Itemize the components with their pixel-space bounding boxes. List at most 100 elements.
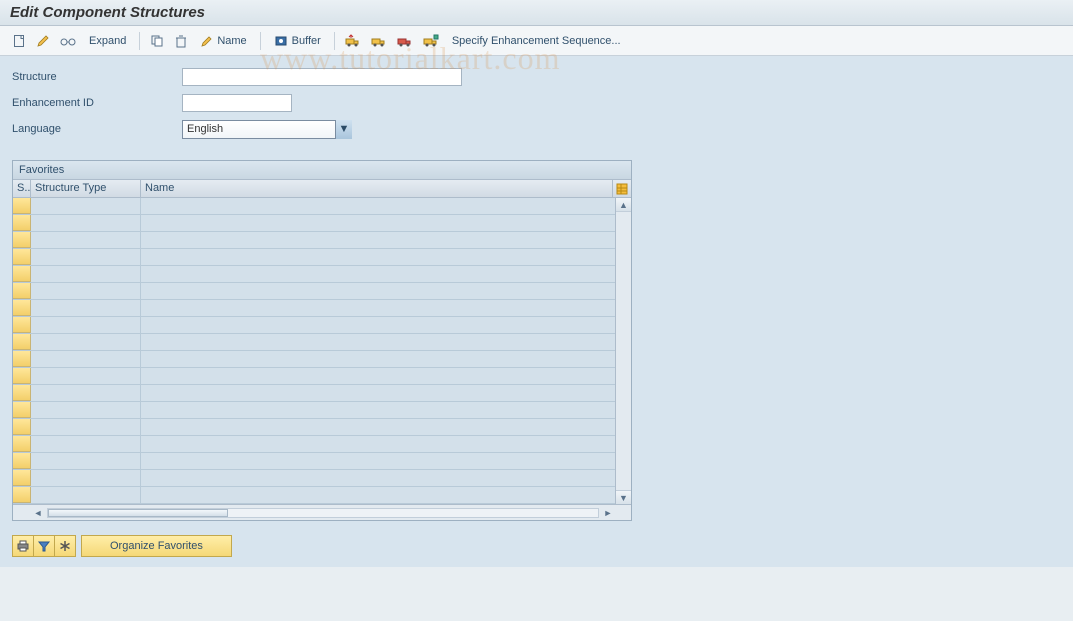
cell-structure-type[interactable] [31, 283, 141, 299]
enhancement-id-input[interactable] [182, 94, 292, 112]
cell-name[interactable] [141, 385, 615, 401]
col-select[interactable]: S.. [13, 180, 31, 197]
cell-structure-type[interactable] [31, 232, 141, 248]
cell-name[interactable] [141, 232, 615, 248]
table-row[interactable] [13, 334, 615, 351]
table-row[interactable] [13, 300, 615, 317]
row-selector[interactable] [13, 198, 31, 214]
scroll-down-button[interactable]: ▼ [616, 490, 631, 504]
table-row[interactable] [13, 385, 615, 402]
cell-name[interactable] [141, 402, 615, 418]
table-row[interactable] [13, 266, 615, 283]
delete-button[interactable] [170, 30, 192, 52]
buffer-button[interactable]: Buffer [267, 30, 328, 52]
vertical-scrollbar[interactable]: ▲ ▼ [615, 198, 631, 504]
table-row[interactable] [13, 198, 615, 215]
row-selector[interactable] [13, 215, 31, 231]
table-row[interactable] [13, 283, 615, 300]
scroll-up-button[interactable]: ▲ [616, 198, 631, 212]
horizontal-scrollbar[interactable]: ◄ ► [13, 504, 631, 520]
organize-favorites-button[interactable]: Organize Favorites [81, 535, 232, 557]
table-row[interactable] [13, 419, 615, 436]
cell-structure-type[interactable] [31, 317, 141, 333]
table-row[interactable] [13, 232, 615, 249]
table-row[interactable] [13, 215, 615, 232]
specify-enhancement-button[interactable]: Specify Enhancement Sequence... [445, 30, 628, 52]
cell-name[interactable] [141, 334, 615, 350]
row-selector[interactable] [13, 385, 31, 401]
table-row[interactable] [13, 317, 615, 334]
cell-structure-type[interactable] [31, 266, 141, 282]
transport-2-button[interactable] [367, 30, 391, 52]
hscroll-track[interactable] [47, 508, 599, 518]
row-selector[interactable] [13, 351, 31, 367]
refresh-button[interactable] [54, 535, 76, 557]
table-row[interactable] [13, 470, 615, 487]
row-selector[interactable] [13, 368, 31, 384]
cell-name[interactable] [141, 436, 615, 452]
cell-name[interactable] [141, 470, 615, 486]
cell-structure-type[interactable] [31, 436, 141, 452]
row-selector[interactable] [13, 334, 31, 350]
structure-input[interactable] [182, 68, 462, 86]
name-button[interactable]: Name [194, 30, 253, 52]
table-row[interactable] [13, 402, 615, 419]
transport-3-button[interactable] [393, 30, 417, 52]
col-structure-type[interactable]: Structure Type [31, 180, 141, 197]
row-selector[interactable] [13, 249, 31, 265]
transport-1-button[interactable] [341, 30, 365, 52]
cell-name[interactable] [141, 317, 615, 333]
row-selector[interactable] [13, 232, 31, 248]
row-selector[interactable] [13, 487, 31, 503]
cell-structure-type[interactable] [31, 300, 141, 316]
cell-structure-type[interactable] [31, 249, 141, 265]
cell-structure-type[interactable] [31, 487, 141, 503]
cell-structure-type[interactable] [31, 470, 141, 486]
cell-name[interactable] [141, 215, 615, 231]
cell-name[interactable] [141, 266, 615, 282]
print-button[interactable] [12, 535, 34, 557]
cell-structure-type[interactable] [31, 402, 141, 418]
table-row[interactable] [13, 368, 615, 385]
scroll-right-button[interactable]: ► [601, 506, 615, 520]
row-selector[interactable] [13, 300, 31, 316]
cell-name[interactable] [141, 487, 615, 503]
cell-structure-type[interactable] [31, 198, 141, 214]
row-selector[interactable] [13, 436, 31, 452]
cell-structure-type[interactable] [31, 419, 141, 435]
table-row[interactable] [13, 436, 615, 453]
create-button[interactable] [8, 30, 30, 52]
row-selector[interactable] [13, 266, 31, 282]
row-selector[interactable] [13, 283, 31, 299]
table-row[interactable] [13, 249, 615, 266]
cell-name[interactable] [141, 351, 615, 367]
edit-button[interactable] [32, 30, 54, 52]
cell-structure-type[interactable] [31, 334, 141, 350]
row-selector[interactable] [13, 453, 31, 469]
copy-button[interactable] [146, 30, 168, 52]
cell-structure-type[interactable] [31, 453, 141, 469]
table-row[interactable] [13, 453, 615, 470]
cell-structure-type[interactable] [31, 385, 141, 401]
scroll-left-button[interactable]: ◄ [31, 506, 45, 520]
expand-button[interactable]: Expand [82, 30, 133, 52]
display-button[interactable] [56, 30, 80, 52]
cell-name[interactable] [141, 368, 615, 384]
cell-name[interactable] [141, 249, 615, 265]
cell-structure-type[interactable] [31, 215, 141, 231]
row-selector[interactable] [13, 419, 31, 435]
transport-4-button[interactable] [419, 30, 443, 52]
cell-name[interactable] [141, 198, 615, 214]
row-selector[interactable] [13, 470, 31, 486]
row-selector[interactable] [13, 317, 31, 333]
table-row[interactable] [13, 487, 615, 504]
cell-structure-type[interactable] [31, 351, 141, 367]
table-row[interactable] [13, 351, 615, 368]
cell-name[interactable] [141, 283, 615, 299]
language-select[interactable]: English ▼ [182, 120, 352, 139]
filter-button[interactable] [33, 535, 55, 557]
col-name[interactable]: Name [141, 180, 613, 197]
row-selector[interactable] [13, 402, 31, 418]
cell-name[interactable] [141, 300, 615, 316]
configure-columns-button[interactable] [613, 180, 631, 197]
